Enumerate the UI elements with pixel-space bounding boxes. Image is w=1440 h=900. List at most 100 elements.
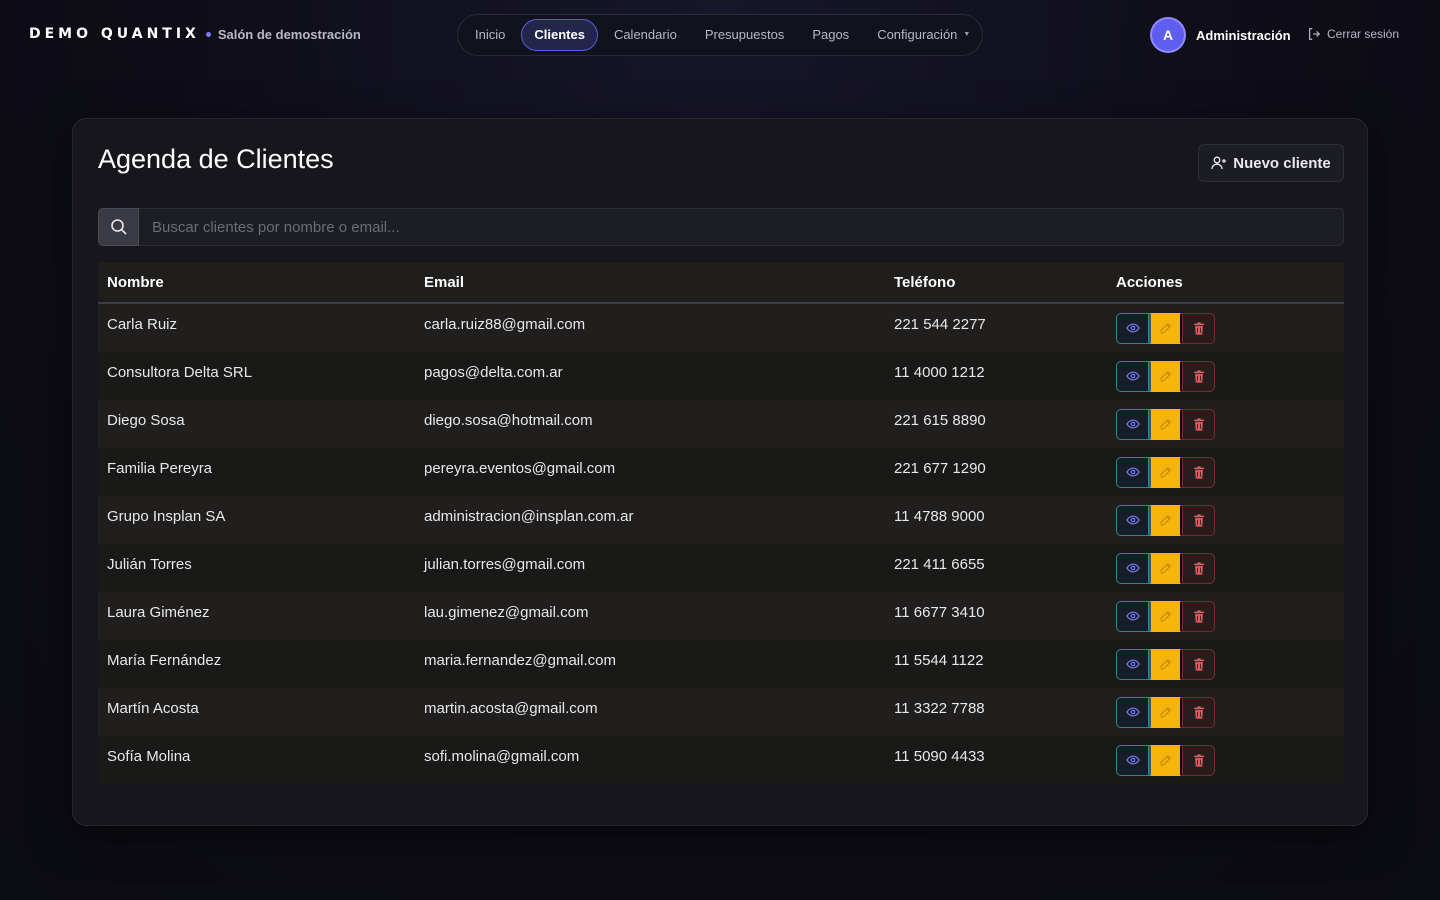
client-phone: 11 4000 1212 [894, 363, 985, 381]
pencil-icon [1160, 562, 1172, 574]
delete-button[interactable] [1182, 744, 1215, 776]
pencil-icon [1160, 658, 1172, 670]
search-icon [110, 219, 127, 235]
user-menu[interactable]: A Administración [1152, 19, 1291, 51]
row-actions [1116, 600, 1344, 632]
client-email: lau.gimenez@gmail.com [424, 603, 589, 621]
trash-icon [1193, 609, 1204, 623]
pencil-icon [1160, 466, 1172, 478]
edit-button[interactable] [1149, 744, 1182, 776]
delete-button[interactable] [1182, 552, 1215, 584]
user-name: Administración [1196, 27, 1291, 43]
search-input[interactable] [139, 208, 1344, 246]
client-phone: 221 544 2277 [894, 315, 986, 333]
new-client-button[interactable]: Nuevo cliente [1198, 144, 1344, 182]
view-button[interactable] [1116, 360, 1149, 392]
view-button[interactable] [1116, 408, 1149, 440]
client-phone: 11 6677 3410 [894, 603, 985, 621]
nav-item-presupuestos[interactable]: Presupuestos [693, 19, 797, 51]
column-header-telefono[interactable]: Teléfono [894, 274, 1116, 291]
client-email: diego.sosa@hotmail.com [424, 411, 593, 429]
delete-button[interactable] [1182, 696, 1215, 728]
top-navbar: DEMO QUANTIX Salón de demostración Inici… [0, 0, 1440, 70]
table-row: María Fernández maria.fernandez@gmail.com… [98, 640, 1344, 688]
view-button[interactable] [1116, 696, 1149, 728]
view-button[interactable] [1116, 456, 1149, 488]
nav-item-pagos[interactable]: Pagos [800, 19, 861, 51]
row-actions [1116, 648, 1344, 680]
search-button[interactable] [98, 208, 139, 246]
eye-icon [1125, 371, 1140, 381]
client-email: pagos@delta.com.ar [424, 363, 563, 381]
client-email: carla.ruiz88@gmail.com [424, 315, 586, 333]
delete-button[interactable] [1182, 408, 1215, 440]
clients-card: Agenda de Clientes Nuevo cliente Nombre … [72, 118, 1368, 826]
edit-button[interactable] [1149, 312, 1182, 344]
nav-item-clientes[interactable]: Clientes [521, 19, 598, 51]
user-plus-icon [1211, 156, 1227, 170]
delete-button[interactable] [1182, 312, 1215, 344]
row-actions [1116, 360, 1344, 392]
pencil-icon [1160, 514, 1172, 526]
client-email: administracion@insplan.com.ar [424, 507, 634, 525]
trash-icon [1193, 369, 1204, 383]
view-button[interactable] [1116, 600, 1149, 632]
client-name: Julián Torres [107, 555, 192, 573]
edit-button[interactable] [1149, 504, 1182, 536]
table-row: Grupo Insplan SA administracion@insplan.c… [98, 496, 1344, 544]
view-button[interactable] [1116, 312, 1149, 344]
client-phone: 221 677 1290 [894, 459, 986, 477]
row-actions [1116, 504, 1344, 536]
nav-item-inicio[interactable]: Inicio [463, 19, 517, 51]
view-button[interactable] [1116, 744, 1149, 776]
delete-button[interactable] [1182, 504, 1215, 536]
brand[interactable]: DEMO QUANTIX Salón de demostración [29, 26, 361, 42]
client-name: Diego Sosa [107, 411, 185, 429]
eye-icon [1125, 467, 1140, 477]
column-header-nombre[interactable]: Nombre [98, 274, 424, 291]
table-row: Carla Ruiz carla.ruiz88@gmail.com 221 544 … [98, 304, 1344, 352]
client-phone: 221 411 6655 [894, 555, 985, 573]
eye-icon [1125, 419, 1140, 429]
delete-button[interactable] [1182, 360, 1215, 392]
trash-icon [1193, 513, 1204, 527]
view-button[interactable] [1116, 648, 1149, 680]
view-button[interactable] [1116, 504, 1149, 536]
edit-button[interactable] [1149, 696, 1182, 728]
delete-button[interactable] [1182, 600, 1215, 632]
search-bar [98, 208, 1344, 246]
logout-label: Cerrar sesión [1327, 27, 1400, 41]
row-actions [1116, 696, 1344, 728]
nav-item-calendario[interactable]: Calendario [602, 19, 689, 51]
column-header-email[interactable]: Email [424, 274, 894, 291]
edit-button[interactable] [1149, 456, 1182, 488]
client-name: Martín Acosta [107, 699, 199, 717]
edit-button[interactable] [1149, 360, 1182, 392]
delete-button[interactable] [1182, 456, 1215, 488]
client-phone: 11 4788 9000 [894, 507, 985, 525]
pencil-icon [1160, 610, 1172, 622]
client-email: julian.torres@gmail.com [424, 555, 586, 573]
edit-button[interactable] [1149, 552, 1182, 584]
trash-icon [1193, 657, 1204, 671]
new-client-label: Nuevo cliente [1233, 154, 1331, 172]
trash-icon [1193, 561, 1204, 575]
view-button[interactable] [1116, 552, 1149, 584]
eye-icon [1125, 611, 1140, 621]
edit-button[interactable] [1149, 600, 1182, 632]
brand-dot-icon [205, 31, 211, 37]
delete-button[interactable] [1182, 648, 1215, 680]
trash-icon [1193, 753, 1204, 767]
edit-button[interactable] [1149, 648, 1182, 680]
brand-name: DEMO QUANTIX [29, 26, 200, 42]
logout-button[interactable]: Cerrar sesión [1307, 27, 1399, 41]
row-actions [1116, 456, 1344, 488]
eye-icon [1125, 755, 1140, 765]
edit-button[interactable] [1149, 408, 1182, 440]
table-row: Laura Giménez lau.gimenez@gmail.com 11 667… [98, 592, 1344, 640]
trash-icon [1193, 417, 1204, 431]
nav-item-configuracion[interactable]: Configuración ▼ [865, 19, 982, 51]
avatar[interactable]: A [1152, 19, 1184, 51]
eye-icon [1125, 323, 1140, 333]
logout-icon [1309, 28, 1321, 40]
